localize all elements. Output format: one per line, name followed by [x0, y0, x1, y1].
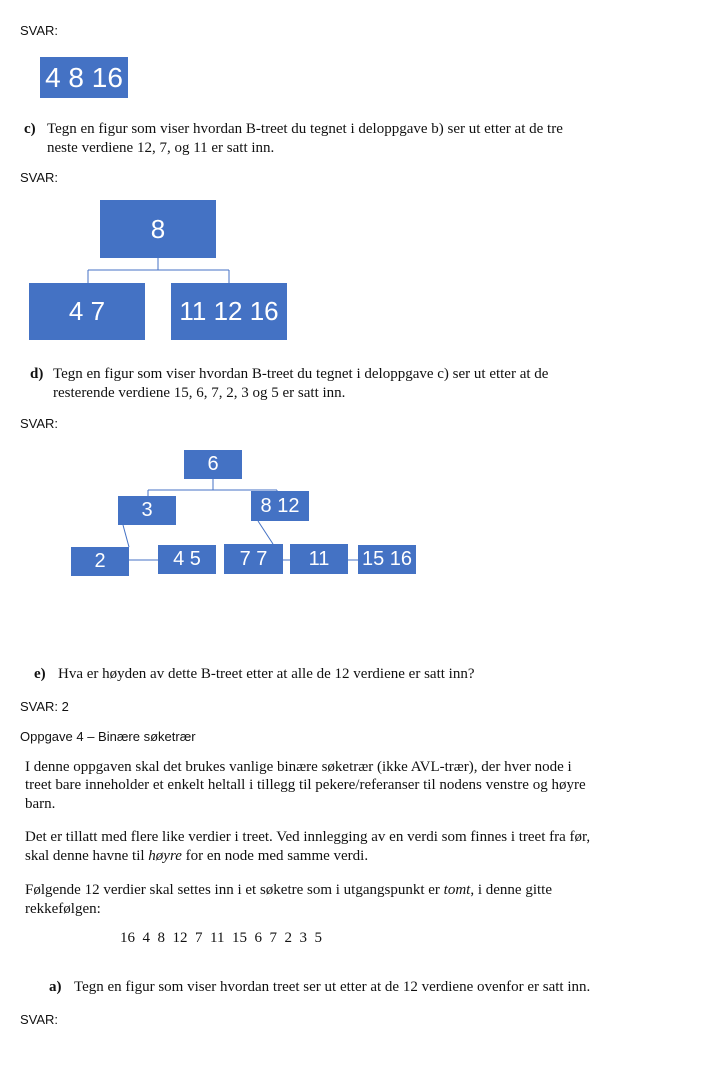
svar-label-4a: SVAR: — [20, 1012, 59, 1027]
d-tree-leaf-7-7: 7 7 — [224, 544, 283, 574]
oppgave4-p3-line2: rekkefølgen: — [25, 901, 101, 917]
c-tree-left-node: 4 7 — [29, 283, 145, 340]
question-d-line1: Tegn en figur som viser hvordan B-treet … — [53, 366, 549, 382]
question-4a-label: a) — [49, 979, 62, 995]
c-tree-right-node: 11 12 16 — [171, 283, 287, 340]
emphasis-tomt: tomt — [443, 882, 471, 898]
d-tree-leaf-11: 11 — [290, 544, 348, 574]
d-tree-root: 6 — [184, 450, 242, 479]
svar-answer-e: SVAR: 2 — [20, 699, 69, 714]
oppgave4-heading: Oppgave 4 – Binære søketrær — [20, 729, 196, 744]
value-sequence: 16 4 8 12 7 11 15 6 7 2 3 5 — [120, 930, 322, 946]
d-tree-leaf-2: 2 — [71, 547, 129, 576]
oppgave4-p3-line1: Følgende 12 verdier skal settes inn i et… — [25, 882, 552, 898]
d-tree-node-3: 3 — [118, 496, 176, 525]
question-d-label: d) — [30, 366, 44, 382]
tree-connectors — [87, 258, 358, 561]
oppgave4-p1-line2: treet bare inneholder et enkelt heltall … — [25, 777, 586, 793]
c-tree-root: 8 — [100, 200, 216, 258]
d-tree-leaf-15-16: 15 16 — [358, 545, 416, 574]
oppgave4-p2-line1: Det er tillatt med flere like verdier i … — [25, 829, 591, 845]
oppgave4-p2-line2: skal denne havne til høyre for en node m… — [25, 848, 369, 864]
question-4a-text: Tegn en figur som viser hvordan treet se… — [74, 979, 591, 995]
d-tree-node-8-12: 8 12 — [251, 491, 309, 521]
d-tree-leaf-4-5: 4 5 — [158, 545, 216, 574]
question-e-label: e) — [34, 666, 46, 682]
emphasis-hoyre: høyre — [148, 848, 182, 864]
oppgave4-p1-line3: barn. — [25, 796, 56, 812]
question-d-line2: resterende verdiene 15, 6, 7, 2, 3 og 5 … — [53, 385, 346, 401]
oppgave4-p1-line1: I denne oppgaven skal det brukes vanlige… — [25, 759, 572, 775]
question-e-text: Hva er høyden av dette B-treet etter at … — [58, 666, 475, 682]
svar-label-d: SVAR: — [20, 416, 59, 431]
